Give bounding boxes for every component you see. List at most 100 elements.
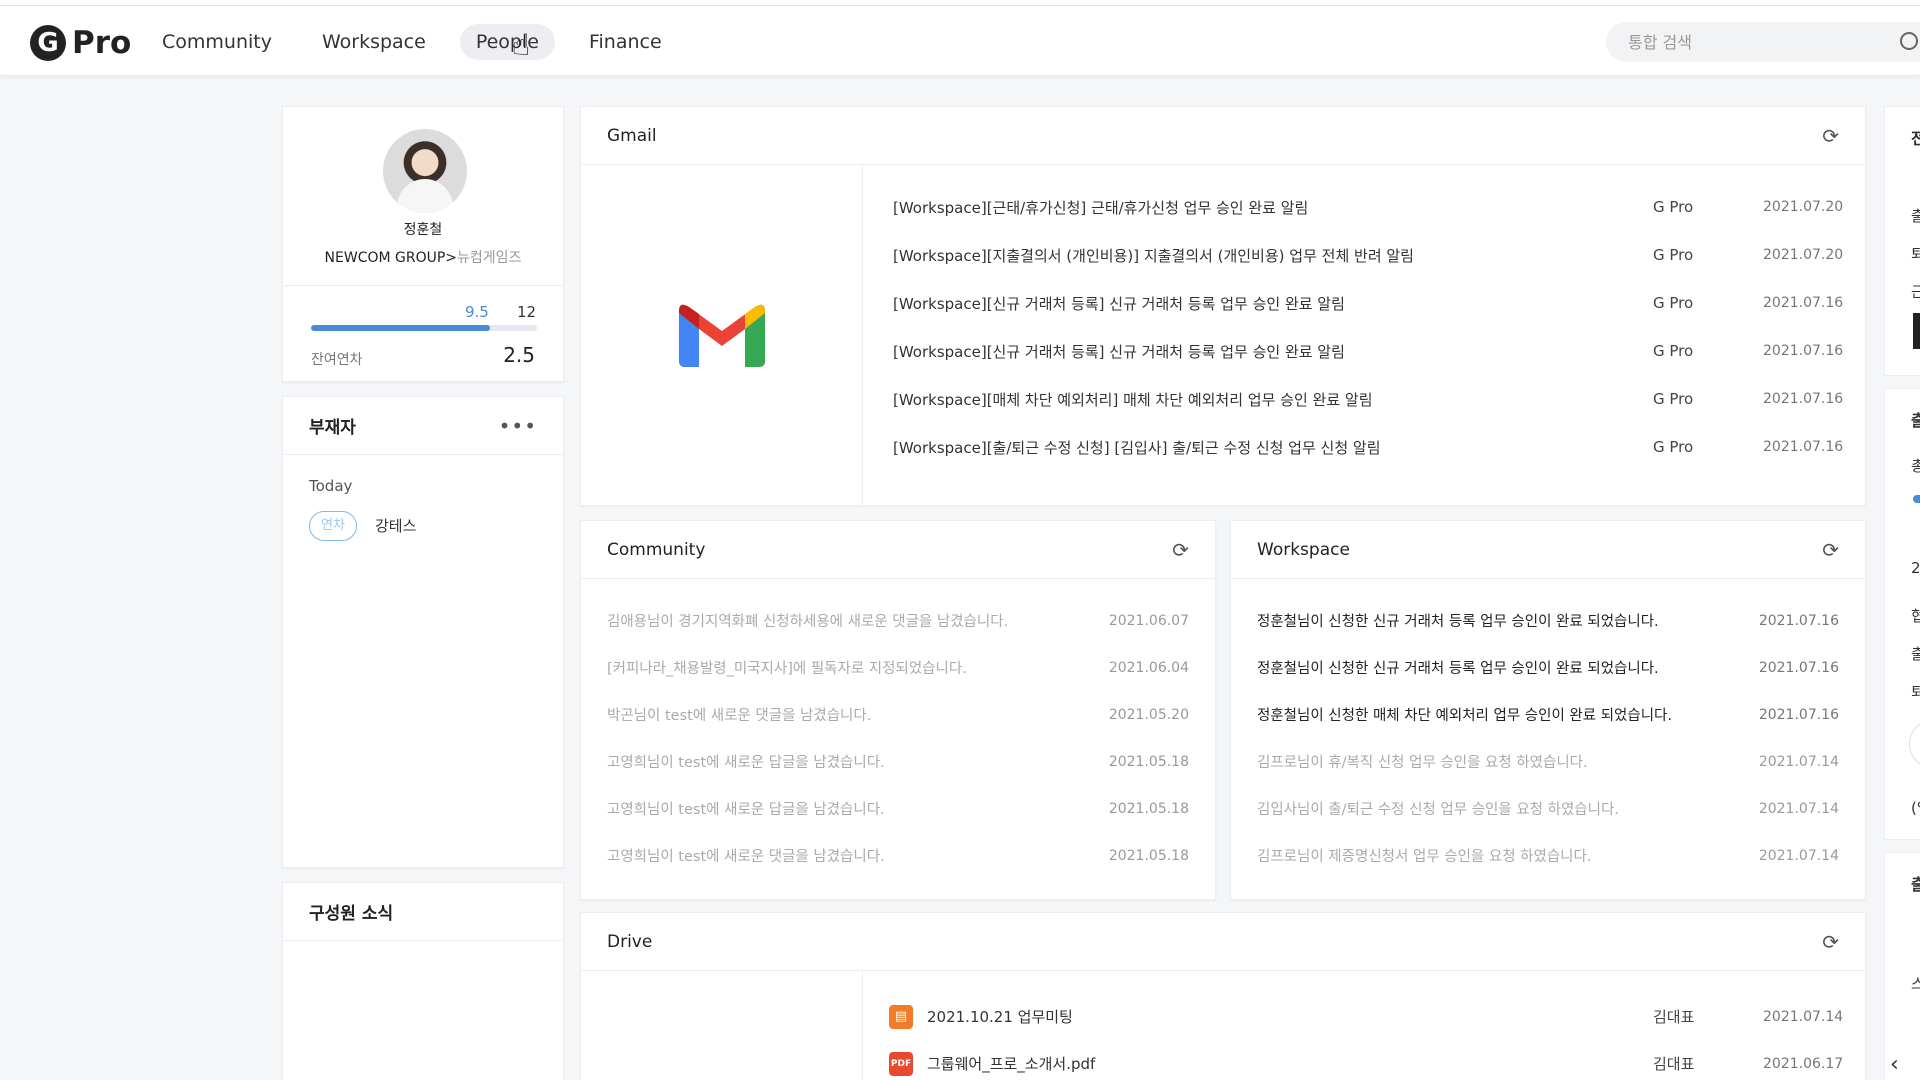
list-item[interactable]: 김프로님이 휴/복직 신청 업무 승인을 요청 하였습니다. 2021.07.14 — [1257, 738, 1839, 785]
file-owner: 김대표 — [1653, 1055, 1695, 1073]
pdf-icon: PDF — [889, 1051, 913, 1076]
item-text: 정훈철님이 신청한 신규 거래처 등록 업무 승인이 완료 되었습니다. — [1257, 614, 1659, 630]
mail-sender: G Pro — [1653, 294, 1694, 312]
list-item[interactable]: 정훈철님이 신청한 매체 차단 예외처리 업무 승인이 완료 되었습니다. 202… — [1257, 691, 1839, 738]
rp2-line: 퇴 — [1911, 681, 1920, 702]
file-name: 2021.10.21 업무미팅 — [927, 1008, 1073, 1026]
more-icon[interactable]: ••• — [499, 414, 537, 438]
doc-icon: ▤ — [889, 1004, 913, 1029]
hand-cursor-icon: ☝ — [512, 28, 531, 63]
avatar[interactable] — [383, 129, 467, 213]
mail-sender: G Pro — [1653, 342, 1694, 360]
file-date: 2021.07.14 — [1763, 1008, 1844, 1025]
item-text: 고영희님이 test에 새로운 답글을 남겼습니다. — [607, 755, 885, 771]
global-search[interactable] — [1606, 22, 1920, 62]
community-title: Community — [607, 539, 706, 560]
refresh-icon[interactable]: ⟳ — [1822, 930, 1839, 954]
rp1-button[interactable] — [1913, 313, 1920, 349]
gmail-icon — [678, 304, 765, 367]
item-text: 박곤님이 test에 새로운 댓글을 남겼습니다. — [607, 708, 872, 724]
rp2-line: 20 — [1911, 559, 1920, 577]
list-item[interactable]: 박곤님이 test에 새로운 댓글을 남겼습니다. 2021.05.20 — [607, 691, 1189, 738]
org-name: NEWCOM GROUP> — [324, 250, 458, 266]
nav-workspace[interactable]: Workspace — [306, 24, 442, 60]
mail-subject: [Workspace][신규 거래처 등록] 신규 거래처 등록 업무 승인 완… — [893, 342, 1345, 361]
community-header: Community ⟳ — [581, 521, 1215, 579]
today-label: Today — [309, 477, 353, 495]
list-item[interactable]: 김프로님이 제증명신청서 업무 승인을 요청 하였습니다. 2021.07.14 — [1257, 832, 1839, 879]
member-news-title: 구성원 소식 — [309, 904, 394, 924]
item-text: 정훈철님이 신청한 신규 거래처 등록 업무 승인이 완료 되었습니다. — [1257, 661, 1659, 677]
leave-progress-bar — [311, 325, 537, 331]
drive-header: Drive ⟳ — [581, 913, 1865, 971]
mail-row[interactable]: [Workspace][매체 차단 예외처리] 매체 차단 예외처리 업무 승인… — [893, 375, 1843, 423]
refresh-icon[interactable]: ⟳ — [1172, 538, 1189, 562]
nav-people[interactable]: People — [459, 24, 555, 60]
file-row[interactable]: ▤ 2021.10.21 업무미팅 김대표 2021.07.14 — [889, 993, 1843, 1040]
absent-title: 부재자 — [309, 418, 356, 438]
rp3-line: 스 — [1911, 973, 1920, 994]
rp1-line: 퇴 — [1911, 243, 1920, 264]
mail-row[interactable]: [Workspace][출/퇴근 수정 신청] [김입사] 출/퇴근 수정 신청… — [893, 423, 1843, 471]
item-date: 2021.07.14 — [1758, 800, 1839, 817]
community-card: Community ⟳ 김애용님이 경기지역화폐 신청하세용에 새로운 댓글을 … — [580, 520, 1216, 900]
file-row[interactable]: PDF 그룹웨어_프로_소개서.pdf 김대표 2021.06.17 — [889, 1040, 1843, 1080]
item-text: 정훈철님이 신청한 매체 차단 예외처리 업무 승인이 완료 되었습니다. — [1257, 708, 1672, 724]
item-text: 김프로님이 제증명신청서 업무 승인을 요청 하였습니다. — [1257, 849, 1592, 865]
item-date: 2021.05.18 — [1108, 753, 1189, 770]
org-sub: 뉴컴게임즈 — [457, 250, 522, 266]
mail-row[interactable]: [Workspace][근태/휴가신청] 근태/휴가신청 업무 승인 완료 알림… — [893, 183, 1843, 231]
list-item[interactable]: 김입사님이 출/퇴근 수정 신청 업무 승인을 요청 하였습니다. 2021.07… — [1257, 785, 1839, 832]
workspace-card: Workspace ⟳ 정훈철님이 신청한 신규 거래처 등록 업무 승인이 완… — [1230, 520, 1866, 900]
nav-community[interactable]: Community — [146, 24, 288, 60]
item-text: 김입사님이 출/퇴근 수정 신청 업무 승인을 요청 하였습니다. — [1257, 802, 1619, 818]
member-news-card: 구성원 소식 — [282, 882, 564, 1080]
rp3-title: 출 — [1911, 871, 1920, 895]
drive-card: Drive ⟳ ▤ 2021.10.21 업무미팅김대표 2021.07.14 PDF… — [580, 912, 1866, 1080]
list-item[interactable]: 고영희님이 test에 새로운 댓글을 남겼습니다. 2021.05.18 — [607, 832, 1189, 879]
search-input[interactable] — [1628, 32, 1888, 52]
list-item[interactable]: [커피나라_채용발령_미국지사]에 필독자로 지정되었습니다. 2021.06.0… — [607, 644, 1189, 691]
leave-progress-fill — [311, 325, 490, 331]
list-item[interactable]: 정훈철님이 신청한 신규 거래처 등록 업무 승인이 완료 되었습니다. 2021… — [1257, 597, 1839, 644]
item-date: 2021.07.16 — [1758, 706, 1839, 723]
search-icon[interactable] — [1900, 32, 1918, 50]
leave-used: 9.5 — [465, 303, 489, 321]
item-text: [커피나라_채용발령_미국지사]에 필독자로 지정되었습니다. — [607, 661, 967, 677]
list-item[interactable]: 고영희님이 test에 새로운 답글을 남겼습니다. 2021.05.18 — [607, 738, 1189, 785]
list-item[interactable]: 김애용님이 경기지역화폐 신청하세용에 새로운 댓글을 남겼습니다. 2021.0… — [607, 597, 1189, 644]
mail-row[interactable]: [Workspace][신규 거래처 등록] 신규 거래처 등록 업무 승인 완… — [893, 327, 1843, 375]
mail-row[interactable]: [Workspace][지출결의서 (개인비용)] 지출결의서 (개인비용) 업… — [893, 231, 1843, 279]
list-item[interactable]: 정훈철님이 신청한 신규 거래처 등록 업무 승인이 완료 되었습니다. 2021… — [1257, 644, 1839, 691]
item-date: 2021.06.07 — [1108, 612, 1189, 629]
absent-person[interactable]: 강테스 — [375, 515, 416, 536]
workspace-list: 정훈철님이 신청한 신규 거래처 등록 업무 승인이 완료 되었습니다. 2021… — [1257, 597, 1839, 879]
nav-finance[interactable]: Finance — [573, 24, 678, 60]
rp2-progress — [1913, 495, 1920, 503]
item-text: 김애용님이 경기지역화폐 신청하세용에 새로운 댓글을 남겼습니다. — [607, 614, 1009, 630]
item-date: 2021.05.18 — [1108, 800, 1189, 817]
right-panel-1: 전 출 퇴 근 — [1884, 106, 1920, 376]
item-date: 2021.07.16 — [1758, 612, 1839, 629]
mail-subject: [Workspace][근태/휴가신청] 근태/휴가신청 업무 승인 완료 알림 — [893, 198, 1309, 217]
list-item[interactable]: 고영희님이 test에 새로운 답글을 남겼습니다. 2021.05.18 — [607, 785, 1189, 832]
app-logo[interactable]: G Pro — [30, 25, 131, 61]
item-date: 2021.07.14 — [1758, 847, 1839, 864]
mail-date: 2021.07.20 — [1763, 199, 1844, 215]
mail-row[interactable]: [Workspace][신규 거래처 등록] 신규 거래처 등록 업무 승인 완… — [893, 279, 1843, 327]
rp1-title: 전 — [1911, 125, 1920, 149]
workspace-header: Workspace ⟳ — [1231, 521, 1865, 579]
refresh-icon[interactable]: ⟳ — [1822, 124, 1839, 148]
community-list: 김애용님이 경기지역화폐 신청하세용에 새로운 댓글을 남겼습니다. 2021.0… — [607, 597, 1189, 879]
chevron-left-icon[interactable]: ‹ — [1890, 1052, 1899, 1077]
mail-sender: G Pro — [1653, 438, 1694, 456]
drive-file-list: ▤ 2021.10.21 업무미팅김대표 2021.07.14 PDF 그룹웨어_프로_… — [889, 993, 1843, 1080]
rp1-line: 출 — [1911, 205, 1920, 226]
item-date: 2021.07.16 — [1758, 659, 1839, 676]
drive-title: Drive — [607, 931, 653, 952]
mail-date: 2021.07.16 — [1763, 343, 1844, 359]
gmail-card: Gmail ⟳ [Workspace][근태/휴가신청] 근태/휴가신청 업무 … — [580, 106, 1866, 506]
refresh-icon[interactable]: ⟳ — [1822, 538, 1839, 562]
rp2-circle[interactable] — [1909, 719, 1920, 769]
gmail-title: Gmail — [607, 125, 657, 146]
